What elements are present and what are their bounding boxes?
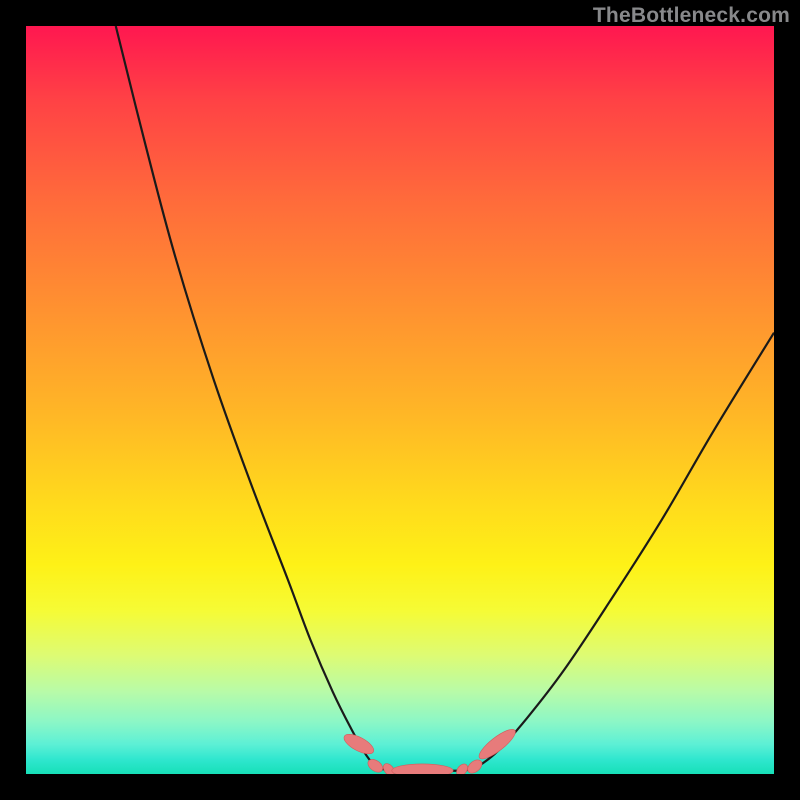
outer-frame: TheBottleneck.com xyxy=(0,0,800,800)
bottleneck-curve xyxy=(26,26,774,774)
curve-marker xyxy=(465,757,484,774)
curve-marker xyxy=(475,725,519,763)
curve-markers xyxy=(341,725,519,774)
plot-area xyxy=(26,26,774,774)
curve-marker xyxy=(341,730,376,757)
curve-path xyxy=(116,26,774,771)
curve-marker xyxy=(392,764,453,774)
watermark-text: TheBottleneck.com xyxy=(593,4,790,28)
